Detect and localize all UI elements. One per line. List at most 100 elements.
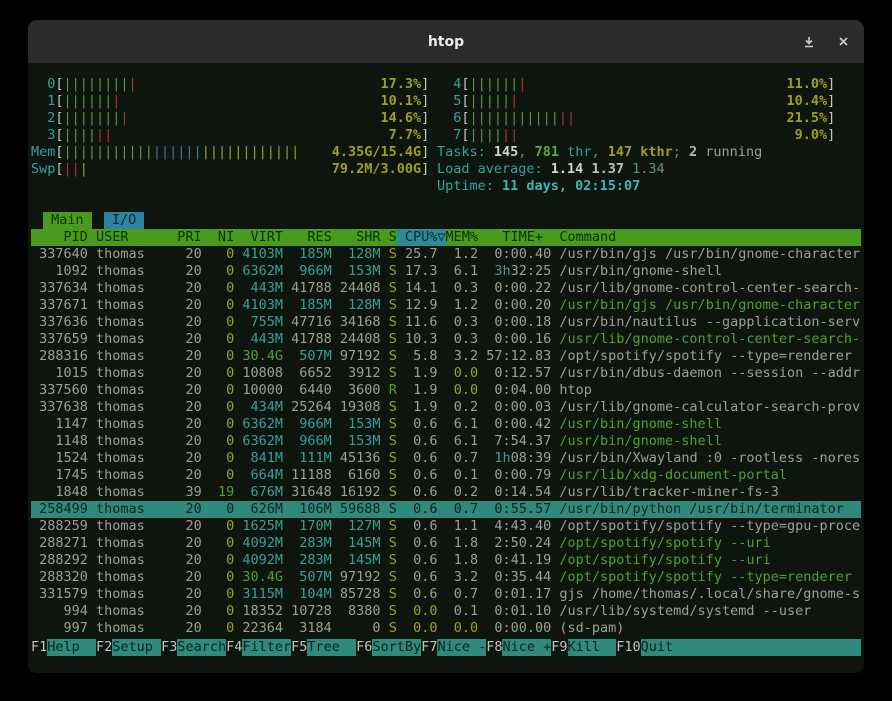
cell-user: thomas	[96, 535, 177, 551]
meter-bar: ||||||10.4%	[470, 93, 828, 110]
fkey-f2-button[interactable]: F2Setup	[96, 639, 161, 656]
fkey-f4-button[interactable]: F4Filter	[226, 639, 291, 656]
cell-cpu: 0.6	[405, 450, 446, 466]
process-row-1147[interactable]: 1147 thomas 20 0 6362M 966M 153M S 0.6 6…	[31, 416, 861, 433]
close-button[interactable]	[836, 35, 850, 49]
process-row-1745[interactable]: 1745 thomas 20 0 664M 11188 6160 S 0.6 0…	[31, 467, 861, 484]
fkey-f1-button[interactable]: F1Help	[31, 639, 96, 656]
cell-nice: 0	[210, 620, 243, 636]
text-segment: Tasks:	[437, 144, 494, 160]
meter-bracket: ]	[827, 93, 835, 110]
cell-virt: 30.4G	[242, 348, 291, 364]
fkey-f5-button[interactable]: F5Tree	[291, 639, 356, 656]
process-row-337560[interactable]: 337560 thomas 20 0 10000 6440 3600 R 1.9…	[31, 382, 861, 399]
cell-pid: 288259	[31, 518, 96, 534]
cell-res: 966M	[291, 433, 340, 449]
text-segment: 2	[689, 144, 697, 160]
titlebar-buttons	[802, 20, 850, 63]
process-row-994[interactable]: 994 thomas 20 0 18352 10728 8380 S 0.0 0…	[31, 603, 861, 620]
meter-value: 10.1%	[380, 93, 421, 110]
process-row-337640[interactable]: 337640 thomas 20 0 4103M 185M 128M S 25.…	[31, 246, 861, 263]
cell-cpu: 5.8	[405, 348, 446, 364]
process-row-288271[interactable]: 288271 thomas 20 0 4092M 283M 145M S 0.6…	[31, 535, 861, 552]
meter-bracket: [	[55, 127, 63, 144]
cell-res: 6440	[291, 382, 340, 398]
cell-res: 185M	[291, 297, 340, 313]
load-average-line: Load average: 1.14 1.37 1.34	[437, 161, 665, 178]
cell-pid: 1147	[31, 416, 96, 432]
cell-time: 0:12.57	[486, 365, 559, 381]
cell-nice: 0	[210, 365, 243, 381]
cell-user: thomas	[96, 433, 177, 449]
meter-ticks: ||||||||	[64, 76, 129, 92]
cell-mem: 0.3	[446, 280, 487, 296]
fkey-f6-button[interactable]: F6SortBy	[356, 639, 421, 656]
process-row-1848[interactable]: 1848 thomas 39 19 676M 31648 16192 S 0.6…	[31, 484, 861, 501]
process-row-1524[interactable]: 1524 thomas 20 0 841M 111M 45136 S 0.6 0…	[31, 450, 861, 467]
meter-ticks: |	[120, 110, 128, 126]
process-row-337671[interactable]: 337671 thomas 20 0 4103M 185M 128M S 12.…	[31, 297, 861, 314]
process-row-1015[interactable]: 1015 thomas 20 0 10808 6652 3912 S 1.9 0…	[31, 365, 861, 382]
cell-state: S	[389, 552, 405, 568]
process-row-997[interactable]: 997 thomas 20 0 22364 3184 0 S 0.0 0.0 0…	[31, 620, 861, 637]
header-sort-column-cpu[interactable]: CPU%▽	[397, 229, 446, 246]
process-row-337659[interactable]: 337659 thomas 20 0 443M 41788 24408 S 10…	[31, 331, 861, 348]
fkey-label: Setup	[112, 639, 161, 656]
cell-nice: 0	[210, 297, 243, 313]
cell-virt: 4092M	[242, 535, 291, 551]
cell-priority: 20	[177, 314, 210, 330]
process-row-337636[interactable]: 337636 thomas 20 0 755M 47716 34168 S 11…	[31, 314, 861, 331]
process-row-258499[interactable]: 258499 thomas 20 0 626M 106M 59688 S 0.6…	[31, 501, 861, 518]
meter-value: 17.3%	[380, 76, 421, 93]
cell-state: S	[389, 518, 405, 534]
cell-user: thomas	[96, 280, 177, 296]
process-row-288292[interactable]: 288292 thomas 20 0 4092M 283M 145M S 0.6…	[31, 552, 861, 569]
cell-command: /usr/bin/gnome-shell	[559, 263, 722, 279]
process-row-1148[interactable]: 1148 thomas 20 0 6362M 966M 153M S 0.6 6…	[31, 433, 861, 450]
cell-cpu: 0.6	[405, 518, 446, 534]
cell-mem: 1.2	[446, 246, 487, 262]
meter-label: Swp	[31, 161, 55, 178]
process-row-337634[interactable]: 337634 thomas 20 0 443M 41788 24408 S 14…	[31, 280, 861, 297]
cell-nice: 0	[210, 535, 243, 551]
process-row-331579[interactable]: 331579 thomas 20 0 3115M 104M 85728 S 0.…	[31, 586, 861, 603]
tab-main[interactable]: Main	[43, 212, 92, 229]
cell-priority: 20	[177, 416, 210, 432]
fkey-f3-button[interactable]: F3Search	[161, 639, 226, 656]
meter-label: 0	[31, 76, 55, 93]
meter-row: Uptime: 11 days, 02:15:07	[31, 178, 861, 195]
cell-state: S	[389, 314, 405, 330]
fkey-f10-button[interactable]: F10Quit	[616, 639, 861, 656]
titlebar[interactable]: htop	[28, 20, 864, 64]
fkey-f7-button[interactable]: F7Nice -	[421, 639, 486, 656]
meter-ticks: ||||||	[470, 76, 519, 92]
meter-bracket: ]	[827, 76, 835, 93]
header-main-columns[interactable]: PID USER PRI NI VIRT RES SHR S	[31, 229, 397, 246]
tab-io[interactable]: I/O	[104, 212, 145, 229]
cell-virt: 443M	[242, 331, 291, 347]
fkey-f8-button[interactable]: F8Nice +	[486, 639, 551, 656]
fkey-number: F9	[551, 639, 567, 656]
process-row-337638[interactable]: 337638 thomas 20 0 434M 25264 19308 S 1.…	[31, 399, 861, 416]
process-row-288320[interactable]: 288320 thomas 20 0 30.4G 507M 97192 S 0.…	[31, 569, 861, 586]
meters-left-column: Mem[|||||||||||||||||||||||||||||4.35G/1…	[31, 144, 437, 161]
text-segment: ,	[518, 144, 534, 160]
process-row-1092[interactable]: 1092 thomas 20 0 6362M 966M 153M S 17.3 …	[31, 263, 861, 280]
cell-cpu: 0.6	[405, 535, 446, 551]
cell-cpu: 0.6	[405, 569, 446, 585]
meter-ticks: |||||||||||	[64, 144, 153, 160]
cell-command: /opt/spotify/spotify --type=renderer	[559, 348, 852, 364]
cell-command: /opt/spotify/spotify --type=renderer	[559, 569, 852, 585]
process-row-288259[interactable]: 288259 thomas 20 0 1625M 170M 127M S 0.6…	[31, 518, 861, 535]
text-segment: ;	[673, 144, 689, 160]
lower-window-button[interactable]	[802, 35, 816, 49]
process-row-288316[interactable]: 288316 thomas 20 0 30.4G 507M 97192 S 5.…	[31, 348, 861, 365]
cell-res: 507M	[291, 569, 340, 585]
header-right-columns[interactable]: MEM% TIME+ Command	[446, 229, 617, 246]
fkey-label: Quit	[641, 639, 861, 656]
meter-bracket: ]	[421, 144, 429, 161]
cell-pid: 331579	[31, 586, 96, 602]
cell-priority: 20	[177, 450, 210, 466]
fkey-f9-button[interactable]: F9Kill	[551, 639, 616, 656]
cpu-meter-7: 7[||||||9.0%]	[437, 127, 835, 144]
